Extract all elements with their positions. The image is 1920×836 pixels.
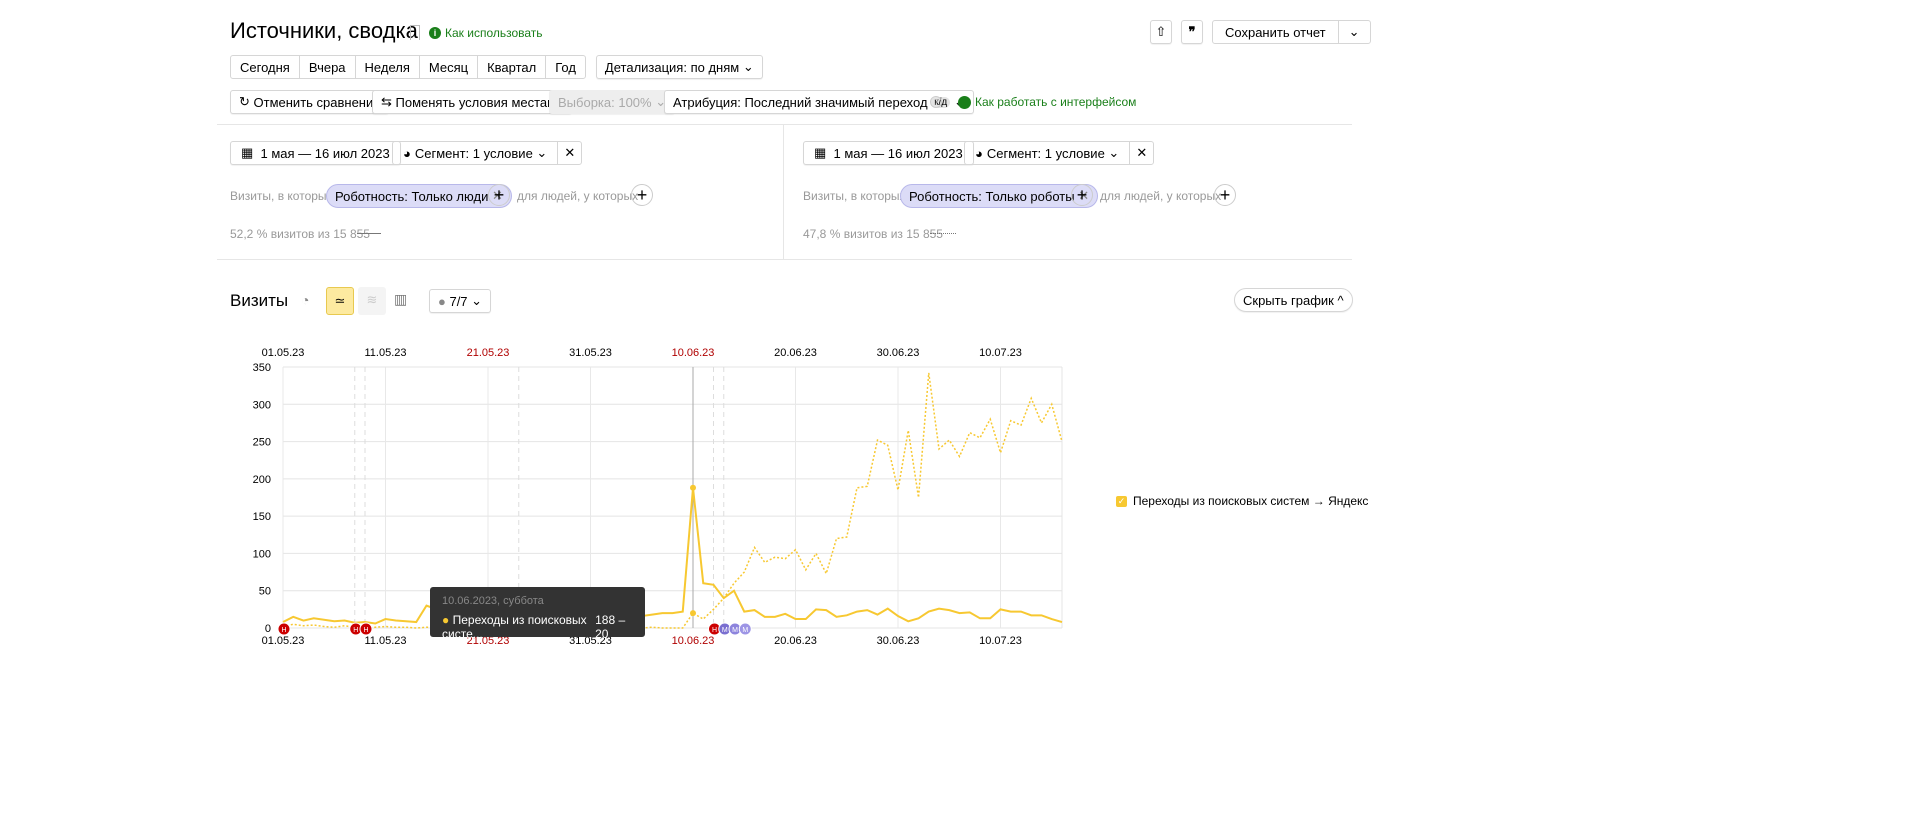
note-marker-label: М: [732, 627, 738, 634]
legend-label: Переходы из поисковых систем → Яндекс: [1133, 494, 1369, 508]
series-line-solid: [282, 487, 1063, 625]
y-tick-label: 150: [253, 511, 271, 523]
x-tick-label-top: 21.05.23: [467, 347, 510, 359]
note-marker-label: М: [722, 627, 728, 634]
chart-tooltip: 10.06.2023, суббота ● Переходы из поиско…: [430, 587, 645, 641]
note-marker-label: Н: [281, 627, 286, 634]
tooltip-date: 10.06.2023, суббота: [442, 595, 544, 607]
x-tick-label: 11.05.23: [364, 635, 406, 647]
x-tick-label-top: 10.06.23: [672, 347, 715, 359]
x-tick-label-top: 31.05.23: [569, 347, 612, 359]
note-marker-label: М: [742, 627, 748, 634]
tooltip-series: Переходы из поисковых систе...: [442, 613, 587, 641]
y-tick-label: 200: [253, 474, 271, 486]
note-marker-label: Н: [353, 627, 358, 634]
x-tick-label-top: 10.07.23: [979, 347, 1022, 359]
checkbox-icon[interactable]: ✓: [1116, 495, 1127, 507]
y-tick-label: 300: [253, 399, 271, 411]
chart-legend-item[interactable]: ✓ Переходы из поисковых систем → Яндекс: [1116, 494, 1368, 508]
x-tick-label-top: 30.06.23: [877, 347, 920, 359]
series-line-dotted: [282, 372, 1063, 629]
y-tick-label: 0: [265, 623, 271, 635]
x-tick-label: 01.05.23: [262, 635, 305, 647]
x-tick-label-top: 11.05.23: [364, 347, 406, 359]
x-tick-label: 30.06.23: [877, 635, 920, 647]
y-tick-label: 250: [253, 437, 271, 449]
y-tick-label: 50: [259, 586, 271, 598]
x-tick-label-top: 01.05.23: [262, 347, 305, 359]
visits-chart: 0 50 100 150 200 250 300 350 01.05.23 01.05.23 11.…: [253, 347, 1063, 647]
x-tick-label: 20.06.23: [774, 635, 817, 647]
series-dot-icon: ●: [442, 613, 450, 627]
note-marker-label: Н: [363, 627, 368, 634]
hover-point: [690, 610, 696, 617]
tooltip-value: 188 – 20: [595, 613, 626, 641]
x-tick-label: 10.06.23: [672, 635, 715, 647]
hover-point: [690, 484, 696, 491]
y-tick-label: 350: [253, 362, 271, 374]
x-tick-label-top: 20.06.23: [774, 347, 817, 359]
y-tick-label: 100: [253, 548, 271, 560]
note-marker-label: Н: [712, 627, 717, 634]
x-tick-label: 10.07.23: [979, 635, 1022, 647]
